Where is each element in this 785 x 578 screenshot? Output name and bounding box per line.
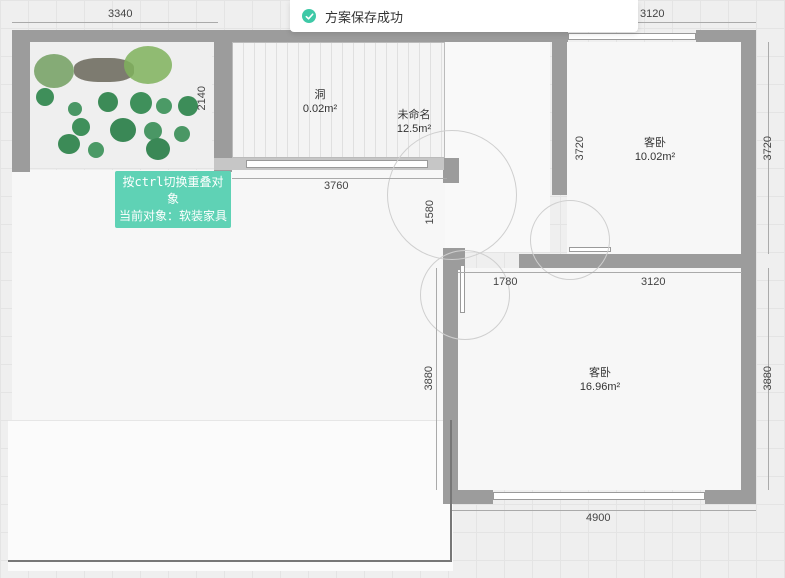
dimension-label-bedroom-top-inner[interactable]: 3720: [574, 136, 586, 160]
dimension-label-mid-right[interactable]: 3120: [641, 276, 665, 288]
lily-pad: [156, 98, 172, 114]
room-label-bedroom-bottom[interactable]: 客卧 16.96m²: [565, 366, 635, 394]
shrub: [34, 54, 74, 88]
room-label-hole[interactable]: 洞 0.02m²: [290, 88, 350, 116]
door-swing-arc: [420, 250, 510, 340]
dimension-label-right-bottom[interactable]: 3880: [762, 366, 774, 390]
room-area: 10.02m²: [634, 151, 676, 163]
wall-right-top[interactable]: [741, 30, 756, 268]
tooltip-line: 当前对象：软装家具: [118, 209, 227, 223]
room-name: 客卧: [644, 137, 666, 149]
lily-pad: [36, 88, 54, 106]
check-circle-icon: [302, 9, 316, 23]
dimension-label-right-top[interactable]: 3720: [762, 136, 774, 160]
lily-pad: [88, 142, 104, 158]
wall-garden-right[interactable]: [214, 30, 232, 172]
dimension-label-bedroom-bottom-inner[interactable]: 3880: [423, 366, 435, 390]
dimension-line: [232, 178, 447, 179]
dimension-label-top-right[interactable]: 3120: [640, 8, 664, 20]
wall-partition-vertical[interactable]: [552, 30, 567, 195]
door-swing-arc: [530, 200, 610, 280]
save-success-toast: 方案保存成功: [290, 0, 638, 32]
room-name: 客卧: [589, 367, 611, 379]
balcony-rail: [8, 560, 452, 562]
wall-right-bottom[interactable]: [741, 265, 756, 503]
room-name: 洞: [314, 89, 326, 101]
balcony-rail: [450, 420, 452, 562]
room-area: 16.96m²: [579, 381, 621, 393]
floorplan-canvas[interactable]: 3340 3120 2140 3760 1580 3720 3720 1780 …: [0, 0, 785, 578]
balcony-floor[interactable]: [8, 420, 453, 571]
dimension-label-mid-left[interactable]: 1780: [493, 276, 517, 288]
dimension-label-bottom[interactable]: 4900: [586, 512, 610, 524]
window-top-right[interactable]: [568, 33, 696, 40]
toast-message: 方案保存成功: [325, 9, 404, 25]
lily-pad: [178, 96, 198, 116]
dimension-label-mid-horizontal[interactable]: 3760: [324, 180, 348, 192]
dimension-label-garden[interactable]: 2140: [196, 86, 208, 110]
wall-top-left[interactable]: [12, 30, 30, 172]
overlap-hint-tooltip: 按ctrl切换重叠对象 当前对象：软装家具: [115, 171, 231, 228]
dimension-label-door[interactable]: 1580: [424, 200, 436, 224]
room-name: 未命名: [397, 109, 431, 121]
shrub: [124, 46, 172, 84]
lily-pad: [98, 92, 118, 112]
room-area: 12.5m²: [396, 123, 432, 135]
room-label-unnamed[interactable]: 未命名 12.5m²: [384, 108, 444, 136]
dimension-label-top-left[interactable]: 3340: [108, 8, 132, 20]
lily-pad: [146, 138, 170, 160]
tooltip-line: 按ctrl切换重叠对象: [122, 175, 224, 206]
wall-top-left[interactable]: [12, 30, 218, 42]
room-label-bedroom-top[interactable]: 客卧 10.02m²: [620, 136, 690, 164]
window-bottom[interactable]: [493, 492, 705, 500]
garden-plants[interactable]: [28, 42, 212, 168]
lily-pad: [68, 102, 82, 116]
lily-pad: [174, 126, 190, 142]
lily-pad: [72, 118, 90, 136]
room-area: 0.02m²: [302, 103, 338, 115]
lily-pad: [110, 118, 136, 142]
lily-pad: [58, 134, 80, 154]
dimension-line: [436, 268, 437, 490]
lily-pad: [130, 92, 152, 114]
dimension-line: [452, 510, 756, 511]
door-swing-arc: [387, 130, 517, 260]
dimension-line: [458, 272, 742, 273]
wall-bottom[interactable]: [705, 490, 756, 504]
dimension-line: [12, 22, 218, 23]
